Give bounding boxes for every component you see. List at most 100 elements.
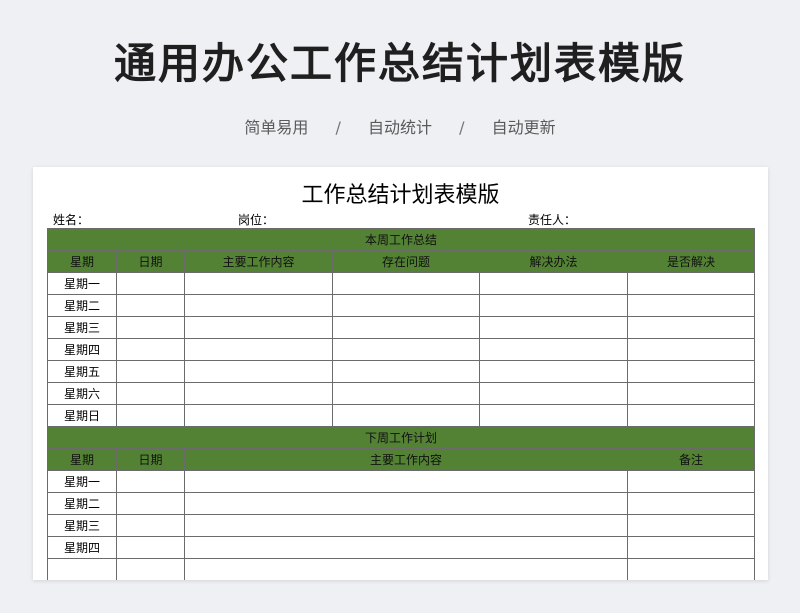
summary-row: 星期四 — [47, 338, 756, 361]
summary-row: 星期二 — [47, 294, 756, 317]
plan-section-title: 下周工作计划 — [46, 426, 756, 449]
input-cell[interactable] — [116, 338, 185, 361]
input-cell[interactable] — [332, 338, 480, 361]
input-cell[interactable] — [184, 492, 628, 515]
summary-section-header: 本周工作总结 — [46, 228, 756, 251]
input-cell[interactable] — [116, 514, 185, 537]
input-cell[interactable] — [184, 536, 628, 559]
col-date: 日期 — [116, 448, 185, 471]
input-cell[interactable] — [116, 470, 185, 493]
input-cell[interactable] — [626, 382, 756, 405]
input-cell[interactable] — [116, 294, 185, 317]
input-cell[interactable] — [332, 294, 480, 317]
subtitle-auto-update: 自动更新 — [491, 118, 556, 137]
sheet-title: 工作总结计划表模版 — [301, 183, 500, 208]
plan-row: 星期四 — [47, 536, 756, 559]
input-cell[interactable] — [184, 558, 628, 580]
input-cell[interactable] — [116, 272, 185, 295]
plan-table: 本周工作总结 星期 日期 主要工作内容 存在问题 解决办法 是否解决 星期一 星期… — [46, 228, 756, 580]
plan-row: 星期一 — [47, 470, 756, 493]
weekday-cell — [47, 558, 117, 580]
input-cell[interactable] — [479, 338, 628, 361]
summary-row: 星期日 — [47, 404, 756, 427]
input-cell[interactable] — [626, 558, 756, 580]
input-cell[interactable] — [184, 316, 333, 339]
input-cell[interactable] — [479, 382, 628, 405]
col-weekday: 星期 — [47, 250, 117, 273]
plan-column-headers: 星期 日期 主要工作内容 备注 — [47, 448, 756, 471]
input-cell[interactable] — [116, 558, 185, 580]
input-cell[interactable] — [184, 338, 333, 361]
input-cell[interactable] — [626, 316, 756, 339]
input-cell[interactable] — [626, 272, 756, 295]
subtitle-auto-stats: 自动统计 — [367, 118, 432, 137]
weekday-cell: 星期二 — [47, 294, 117, 317]
weekday-cell: 星期四 — [47, 536, 117, 559]
summary-row: 星期一 — [47, 272, 756, 295]
input-cell[interactable] — [626, 536, 756, 559]
worksheet: 工作总结计划表模版 姓名： 岗位： 责任人： 本周工作总结 星期 日期 主要工作… — [33, 167, 768, 580]
input-cell[interactable] — [184, 470, 628, 493]
input-cell[interactable] — [184, 404, 333, 427]
position-label: 岗位： — [238, 213, 275, 227]
input-cell[interactable] — [626, 514, 756, 537]
summary-row: 星期六 — [47, 382, 756, 405]
weekday-cell: 星期二 — [47, 492, 117, 515]
col-main-work: 主要工作内容 — [184, 250, 333, 273]
input-cell[interactable] — [116, 536, 185, 559]
input-cell[interactable] — [479, 272, 628, 295]
col-remarks: 备注 — [626, 448, 756, 471]
input-cell[interactable] — [116, 404, 185, 427]
weekday-cell: 星期一 — [47, 272, 117, 295]
input-cell[interactable] — [116, 360, 185, 383]
summary-column-headers: 星期 日期 主要工作内容 存在问题 解决办法 是否解决 — [47, 250, 756, 273]
weekday-cell: 星期三 — [47, 514, 117, 537]
input-cell[interactable] — [626, 338, 756, 361]
input-cell[interactable] — [116, 316, 185, 339]
input-cell[interactable] — [626, 492, 756, 515]
weekday-cell: 星期三 — [47, 316, 117, 339]
weekday-cell: 星期五 — [47, 360, 117, 383]
input-cell[interactable] — [184, 272, 333, 295]
input-cell[interactable] — [332, 360, 480, 383]
subtitle-easy: 简单易用 — [244, 118, 309, 137]
responsible-label: 责任人： — [528, 213, 577, 227]
input-cell[interactable] — [116, 382, 185, 405]
col-problems: 存在问题 — [332, 250, 480, 273]
weekday-cell: 星期六 — [47, 382, 117, 405]
summary-section-title: 本周工作总结 — [46, 228, 756, 251]
input-cell[interactable] — [626, 294, 756, 317]
input-cell[interactable] — [332, 404, 480, 427]
subtitle-separator: / — [459, 118, 465, 137]
input-cell[interactable] — [479, 294, 628, 317]
weekday-cell: 星期一 — [47, 470, 117, 493]
summary-row: 星期三 — [47, 316, 756, 339]
input-cell[interactable] — [332, 316, 480, 339]
weekday-cell: 星期四 — [47, 338, 117, 361]
name-label: 姓名： — [53, 213, 90, 227]
plan-section-header: 下周工作计划 — [46, 426, 756, 449]
input-cell[interactable] — [626, 360, 756, 383]
col-solutions: 解决办法 — [479, 250, 628, 273]
summary-row: 星期五 — [47, 360, 756, 383]
input-cell[interactable] — [479, 316, 628, 339]
input-cell[interactable] — [184, 514, 628, 537]
input-cell[interactable] — [479, 360, 628, 383]
input-cell[interactable] — [626, 470, 756, 493]
subtitle-separator: / — [335, 118, 341, 137]
plan-row: 星期二 — [47, 492, 756, 515]
input-cell[interactable] — [184, 360, 333, 383]
input-cell[interactable] — [332, 382, 480, 405]
input-cell[interactable] — [184, 382, 333, 405]
weekday-cell: 星期日 — [47, 404, 117, 427]
input-cell[interactable] — [184, 294, 333, 317]
plan-row: 星期三 — [47, 514, 756, 537]
subtitle-bar: 简单易用 / 自动统计 / 自动更新 — [0, 114, 800, 138]
col-weekday: 星期 — [47, 448, 117, 471]
input-cell[interactable] — [479, 404, 628, 427]
input-cell[interactable] — [626, 404, 756, 427]
page-title: 通用办公工作总结计划表模版 — [113, 39, 686, 88]
plan-row — [47, 558, 756, 580]
input-cell[interactable] — [332, 272, 480, 295]
input-cell[interactable] — [116, 492, 185, 515]
